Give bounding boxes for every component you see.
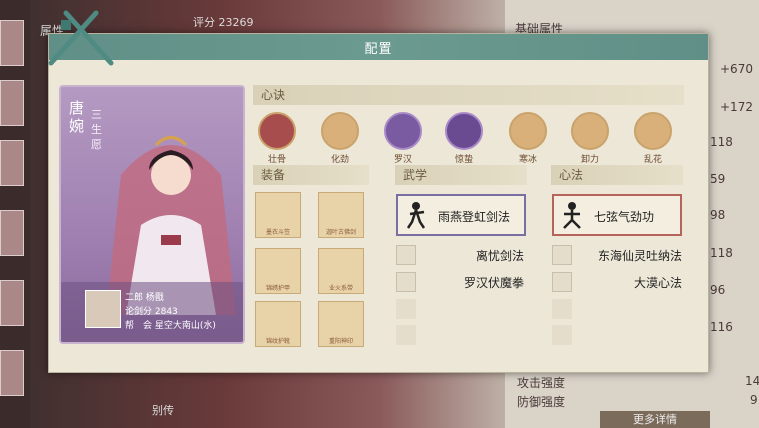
equip-slot[interactable]: 业火系带 — [318, 248, 364, 294]
equip-label: 重阳神印 — [328, 338, 353, 345]
skill-icon — [552, 272, 572, 292]
skill-name: 大漠心法 — [633, 276, 682, 290]
meditation-icon — [563, 202, 581, 229]
mind-skill[interactable]: 罗汉 — [381, 112, 425, 165]
section-martial: 武学 — [395, 165, 527, 185]
avatar[interactable] — [0, 280, 24, 326]
equip-slot[interactable]: 锦绣护甲 — [255, 248, 301, 294]
stat-value: 14 — [745, 374, 759, 388]
skill-icon — [396, 245, 416, 265]
dialog-title: 配置 — [364, 42, 393, 57]
skill-icon — [634, 112, 672, 150]
mind-skill[interactable]: 惊蛰 — [442, 112, 486, 165]
mind-skill[interactable]: 壮骨 — [255, 112, 299, 165]
main-martial-skill[interactable]: 雨燕登虹剑法 — [396, 194, 526, 236]
more-details-button[interactable]: 更多详情 — [600, 411, 710, 428]
martial-sub-skill[interactable]: 罗汉伏魔拳 — [396, 272, 524, 292]
stat-value: 116 — [710, 320, 733, 334]
player-name: 二郎 杨戬 — [125, 293, 164, 303]
equip-label: 锦纹护靴 — [265, 338, 290, 345]
empty-skill-slot[interactable] — [396, 325, 416, 345]
config-dialog: 配置 唐婉 三生愿 二郎 杨戬 论剑分 2843 帮 会 星空大南山(水) 心诀… — [48, 10, 709, 373]
player-rating: 论剑分 2843 — [125, 307, 178, 317]
heart-sub-skill[interactable]: 东海仙灵吐纳法 — [552, 245, 682, 265]
swordsman-icon — [406, 202, 426, 229]
stat-value: +172 — [720, 100, 753, 114]
section-mind: 心诀 — [253, 85, 684, 105]
stat-value: 9 — [750, 393, 758, 407]
skill-icon — [571, 112, 609, 150]
stat-value: 59 — [710, 172, 726, 186]
skill-icon — [321, 112, 359, 150]
empty-skill-slot[interactable] — [396, 299, 416, 319]
martial-sub-skill[interactable]: 离忧剑法 — [396, 245, 524, 265]
heart-sub-skill[interactable]: 大漠心法 — [552, 272, 682, 292]
player-avatar — [85, 290, 121, 328]
skill-name: 雨燕登虹剑法 — [438, 210, 511, 224]
skill-name: 罗汉伏魔拳 — [463, 276, 524, 290]
stat-label: 攻击强度 — [517, 376, 566, 390]
mind-skill[interactable]: 卸力 — [568, 112, 612, 165]
dialog-header: 配置 — [49, 34, 708, 60]
skill-icon — [384, 112, 422, 150]
card-info: 二郎 杨戬 论剑分 2843 帮 会 星空大南山(水) — [61, 282, 243, 342]
mind-skill[interactable]: 乱花 — [631, 112, 675, 165]
equip-slot[interactable]: 锦纹护靴 — [255, 301, 301, 347]
skill-icon — [445, 112, 483, 150]
mind-skill[interactable]: 化劲 — [318, 112, 362, 165]
equip-label: 业火系带 — [328, 285, 353, 292]
crossed-swords-icon — [48, 10, 114, 66]
empty-skill-slot[interactable] — [552, 325, 572, 345]
stat-value: 96 — [710, 283, 726, 297]
avatar[interactable] — [0, 140, 24, 186]
skill-name: 七弦气劲功 — [594, 210, 655, 224]
skill-icon — [396, 272, 416, 292]
section-equip: 装备 — [253, 165, 369, 185]
skill-label: 惊蛰 — [454, 155, 473, 165]
mind-skill[interactable]: 寒冰 — [506, 112, 550, 165]
left-avatar-column — [0, 0, 30, 428]
equip-label: 迦叶古佛剑 — [325, 229, 356, 236]
skill-label: 寒冰 — [518, 155, 537, 165]
skill-label: 乱花 — [643, 155, 662, 165]
skill-icon — [509, 112, 547, 150]
stat-value: +670 — [720, 62, 753, 76]
empty-skill-slot[interactable] — [552, 299, 572, 319]
equip-slot[interactable]: 墨衣斗笠 — [255, 192, 301, 238]
skill-label: 卸力 — [580, 155, 599, 165]
player-guild: 帮 会 星空大南山(水) — [125, 321, 216, 331]
stat-value: 98 — [710, 208, 726, 222]
avatar[interactable] — [0, 350, 24, 396]
equip-slot[interactable]: 重阳神印 — [318, 301, 364, 347]
main-heart-skill[interactable]: 七弦气劲功 — [552, 194, 682, 236]
skill-name: 东海仙灵吐纳法 — [597, 249, 682, 263]
stat-value: 118 — [710, 135, 733, 149]
character-title: 三生愿 — [91, 108, 102, 151]
avatar[interactable] — [0, 210, 24, 256]
avatar[interactable] — [0, 80, 24, 126]
section-heart: 心法 — [551, 165, 683, 185]
skill-label: 壮骨 — [267, 155, 286, 165]
skill-label: 化劲 — [330, 155, 349, 165]
avatar[interactable] — [0, 20, 24, 66]
bottom-tab[interactable]: 别传 — [152, 402, 174, 418]
score-display: 评分 23269 — [193, 16, 254, 29]
skill-icon — [258, 112, 296, 150]
stat-value: 118 — [710, 246, 733, 260]
skill-name: 离忧剑法 — [475, 249, 524, 263]
equip-slot[interactable]: 迦叶古佛剑 — [318, 192, 364, 238]
stat-label: 防御强度 — [517, 395, 566, 409]
character-name: 唐婉 — [69, 99, 85, 135]
equip-label: 墨衣斗笠 — [265, 229, 290, 236]
skill-icon — [552, 245, 572, 265]
character-card[interactable]: 唐婉 三生愿 二郎 杨戬 论剑分 2843 帮 会 星空大南山(水) — [59, 85, 245, 344]
skill-label: 罗汉 — [393, 155, 412, 165]
equip-label: 锦绣护甲 — [265, 285, 290, 292]
